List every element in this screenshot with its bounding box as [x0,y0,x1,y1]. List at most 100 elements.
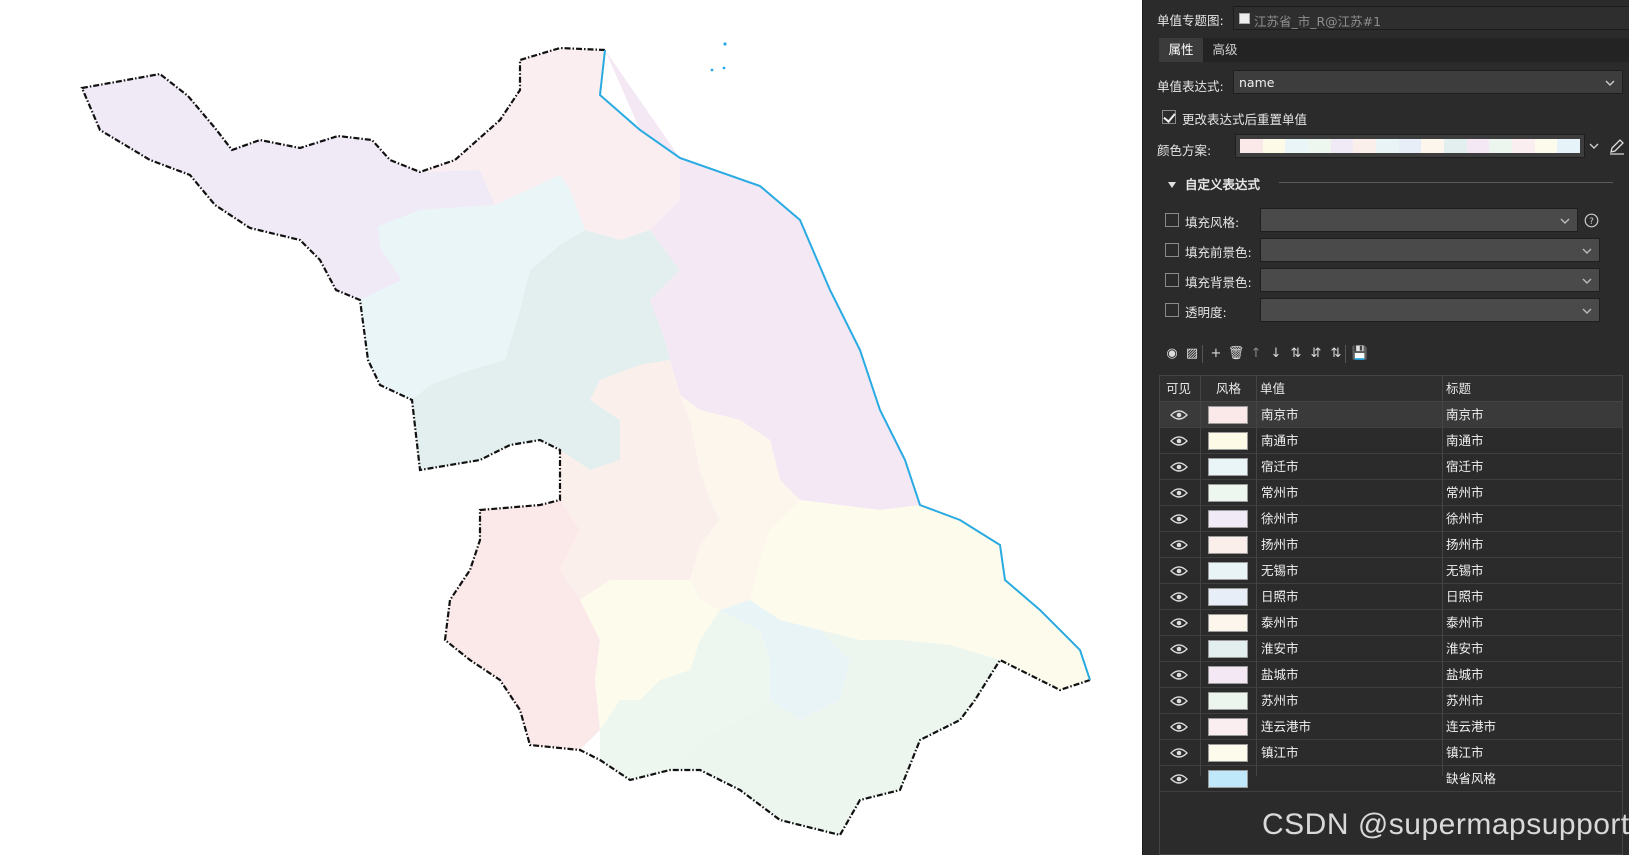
row-title[interactable]: 苏州市 [1446,688,1484,714]
eye-icon[interactable] [1170,721,1188,733]
row-title[interactable]: 扬州市 [1446,532,1484,558]
thematic-map-field[interactable]: 江苏省_市_R@江苏#1 [1233,6,1629,30]
style-swatch[interactable] [1208,458,1248,476]
eye-icon[interactable] [1170,435,1188,447]
row-value[interactable]: 淮安市 [1261,636,1299,662]
custom-expression-section-title[interactable]: 自定义表达式 [1185,174,1260,193]
style-swatch[interactable] [1208,666,1248,684]
row-value[interactable]: 镇江市 [1261,740,1299,766]
style-swatch[interactable] [1208,406,1248,424]
row-value[interactable]: 南京市 [1261,402,1299,428]
row-title[interactable]: 徐州市 [1446,506,1484,532]
style-swatch[interactable] [1208,536,1248,554]
row-value[interactable]: 无锡市 [1261,558,1299,584]
row-title[interactable]: 南京市 [1446,402,1484,428]
eye-icon[interactable] [1170,565,1188,577]
visible-toggle-icon[interactable]: ◉ [1163,345,1181,363]
table-row[interactable]: 无锡市 无锡市 [1160,558,1622,584]
row-value[interactable]: 常州市 [1261,480,1299,506]
table-row[interactable]: 宿迁市 宿迁市 [1160,454,1622,480]
eye-icon[interactable] [1170,773,1188,785]
row-value[interactable]: 徐州市 [1261,506,1299,532]
eye-icon[interactable] [1170,513,1188,525]
sort-asc-icon[interactable]: ⇅ [1287,345,1305,363]
add-icon[interactable]: + [1207,345,1225,363]
move-up-icon[interactable]: ↑ [1247,345,1265,363]
row-value[interactable]: 扬州市 [1261,532,1299,558]
custom-field-checkbox[interactable] [1165,243,1179,257]
color-scheme-chevron-icon[interactable] [1588,140,1600,152]
help-icon[interactable]: ? [1584,213,1599,228]
edit-scheme-icon[interactable] [1607,136,1627,156]
map-canvas[interactable] [0,0,1142,855]
style-swatch[interactable] [1208,614,1248,632]
table-row[interactable]: 南京市 南京市 [1160,402,1622,428]
move-down-icon[interactable]: ↓ [1267,345,1285,363]
table-row[interactable]: 淮安市 淮安市 [1160,636,1622,662]
eye-icon[interactable] [1170,747,1188,759]
row-value[interactable]: 日照市 [1261,584,1299,610]
row-value[interactable]: 宿迁市 [1261,454,1299,480]
row-value[interactable]: 苏州市 [1261,688,1299,714]
eye-icon[interactable] [1170,591,1188,603]
style-swatch[interactable] [1208,432,1248,450]
custom-field-select[interactable] [1260,268,1600,292]
style-swatch[interactable] [1208,510,1248,528]
color-scheme-ramp[interactable] [1235,134,1585,158]
jiangsu-map[interactable] [0,0,1142,855]
row-value[interactable]: 盐城市 [1261,662,1299,688]
table-row[interactable]: 南通市 南通市 [1160,428,1622,454]
row-title[interactable]: 常州市 [1446,480,1484,506]
table-row[interactable]: 常州市 常州市 [1160,480,1622,506]
eye-icon[interactable] [1170,409,1188,421]
custom-field-select[interactable] [1260,208,1578,232]
row-title[interactable]: 南通市 [1446,428,1484,454]
save-icon[interactable]: 💾 [1351,345,1369,363]
header-style[interactable]: 风格 [1216,376,1241,402]
row-title[interactable]: 连云港市 [1446,714,1496,740]
style-swatch[interactable] [1208,744,1248,762]
eye-icon[interactable] [1170,643,1188,655]
row-title[interactable]: 镇江市 [1446,740,1484,766]
style-icon[interactable]: ▨ [1183,345,1201,363]
style-swatch[interactable] [1208,484,1248,502]
style-swatch[interactable] [1208,640,1248,658]
custom-field-checkbox[interactable] [1165,303,1179,317]
sort-desc-icon[interactable]: ⇵ [1307,345,1325,363]
custom-field-checkbox[interactable] [1165,273,1179,287]
style-swatch[interactable] [1208,692,1248,710]
header-title[interactable]: 标题 [1446,376,1471,402]
eye-icon[interactable] [1170,487,1188,499]
style-swatch[interactable] [1208,718,1248,736]
eye-icon[interactable] [1170,617,1188,629]
reverse-icon[interactable]: ⇅ [1327,345,1345,363]
eye-icon[interactable] [1170,539,1188,551]
style-swatch[interactable] [1208,562,1248,580]
row-title[interactable]: 泰州市 [1446,610,1484,636]
table-row[interactable]: 连云港市 连云港市 [1160,714,1622,740]
row-value[interactable]: 连云港市 [1261,714,1311,740]
row-value[interactable]: 南通市 [1261,428,1299,454]
values-table[interactable]: 可见 风格 单值 标题 南京市 南京市 南通市 南通市 宿迁市 宿迁市 常州市 常州市 徐州市徐… [1159,375,1623,855]
style-swatch[interactable] [1208,588,1248,606]
header-value[interactable]: 单值 [1260,376,1285,402]
table-row[interactable]: 扬州市 扬州市 [1160,532,1622,558]
header-visible[interactable]: 可见 [1166,376,1191,402]
table-row[interactable]: 镇江市 镇江市 [1160,740,1622,766]
table-row[interactable]: 泰州市 泰州市 [1160,610,1622,636]
table-row[interactable]: 苏州市 苏州市 [1160,688,1622,714]
row-title[interactable]: 无锡市 [1446,558,1484,584]
reset-values-checkbox[interactable] [1162,110,1176,124]
custom-field-select[interactable] [1260,238,1600,262]
expression-select[interactable]: name [1233,70,1623,94]
custom-field-select[interactable] [1260,298,1600,322]
row-title[interactable]: 日照市 [1446,584,1484,610]
custom-field-checkbox[interactable] [1165,213,1179,227]
delete-icon[interactable]: 🗑 [1227,345,1245,363]
collapse-triangle-icon[interactable] [1167,178,1177,188]
table-row[interactable]: 日照市 日照市 [1160,584,1622,610]
row-title[interactable]: 盐城市 [1446,662,1484,688]
row-value[interactable]: 泰州市 [1261,610,1299,636]
row-title[interactable]: 缺省风格 [1446,766,1496,792]
tab-advanced[interactable]: 高级 [1203,38,1247,62]
